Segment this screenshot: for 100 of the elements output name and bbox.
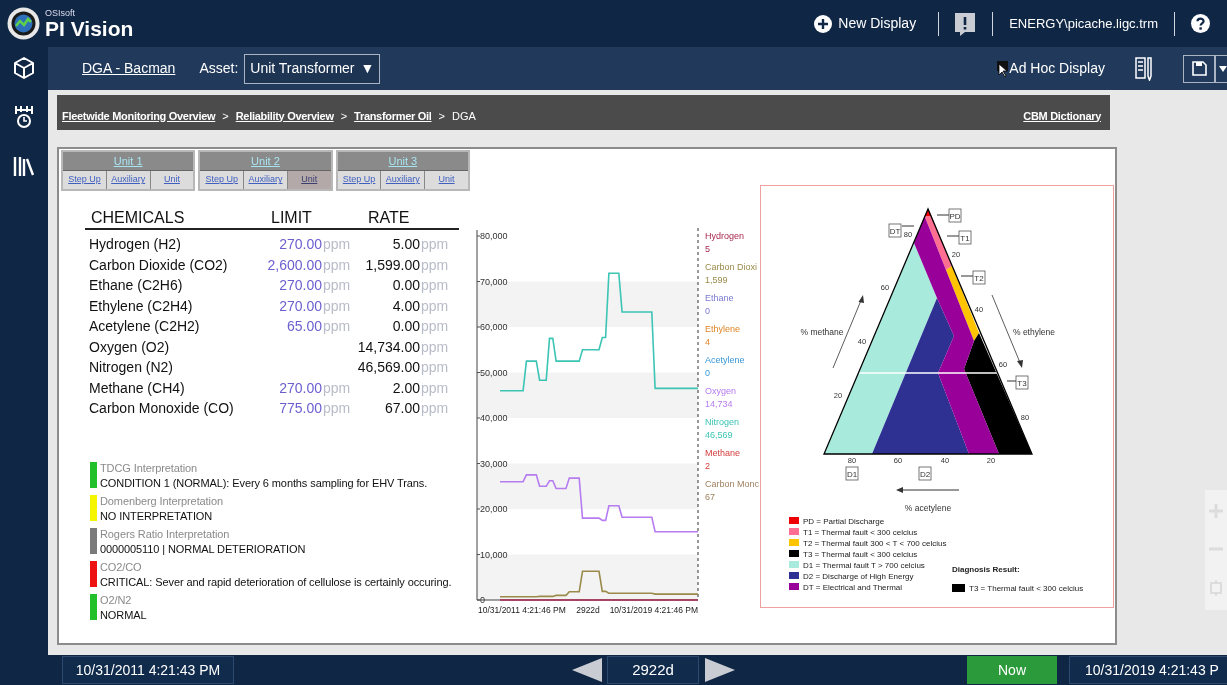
unit-label: ppm: [421, 235, 449, 254]
chemical-name: Carbon Dioxide (CO2): [89, 255, 229, 275]
end-time-field[interactable]: 10/31/2019 4:21:43 P: [1069, 656, 1227, 684]
y-axis-label: 70,000: [480, 276, 508, 287]
chemical-name: Ethylene (C2H4): [89, 296, 194, 316]
help-icon[interactable]: [1191, 14, 1210, 33]
more-dropdown[interactable]: [1215, 54, 1227, 83]
duration-label: 2922d: [576, 605, 600, 615]
logo-icon: [7, 7, 40, 40]
save-icon: [1191, 61, 1207, 76]
ad-hoc-display-button[interactable]: Ad Hoc Display: [1009, 58, 1105, 79]
unit-label: ppm: [421, 276, 449, 295]
unit-label: ppm: [421, 317, 449, 336]
breadcrumb-link[interactable]: Fleetwide Monitoring Overview: [62, 107, 216, 124]
unit-label: ppm: [323, 235, 351, 254]
cube-icon[interactable]: [14, 57, 34, 79]
unit-label: ppm: [323, 317, 351, 336]
legend-name: Acetylene: [705, 355, 745, 365]
rate-value: 67.00: [384, 399, 420, 418]
unit-label: ppm: [421, 378, 449, 398]
rate-value: 46,569.00: [357, 358, 420, 377]
unit-sub-tab[interactable]: Auxiliary: [244, 171, 288, 189]
unit-label: ppm: [323, 255, 351, 275]
legend-label: PD = Partial Discharge: [803, 517, 885, 526]
legend-value: 0: [705, 306, 710, 316]
unit-sub-tab[interactable]: Auxiliary: [106, 171, 151, 189]
start-time-field[interactable]: 10/31/2011 4:21:43 PM: [62, 656, 234, 684]
breadcrumb-link[interactable]: Transformer Oil: [354, 107, 432, 124]
new-display-button[interactable]: New Display: [810, 13, 921, 34]
cbm-dictionary-link[interactable]: CBM Dictionary: [1023, 107, 1101, 124]
unit-label: ppm: [421, 399, 449, 418]
interpretation-text: CRITICAL: Sever and rapid deterioration of cellulose is certainly occuring.: [100, 574, 452, 590]
limit-value: 270.00: [279, 296, 322, 316]
unit-label: ppm: [323, 399, 351, 418]
notification-icon[interactable]: [954, 11, 977, 36]
user-name[interactable]: ENERGY\picache.ligc.trm: [1009, 13, 1158, 34]
legend-name: Ethane: [705, 293, 734, 303]
edit-document-icon[interactable]: [1135, 56, 1153, 81]
rate-value: 0.00: [392, 317, 420, 336]
now-button[interactable]: Now: [967, 656, 1057, 684]
limit-value: 270.00: [279, 235, 322, 254]
previous-arrow-icon[interactable]: [572, 658, 602, 682]
display-name-link[interactable]: DGA - Bacman: [82, 58, 176, 79]
rate-value: 4.00: [392, 296, 420, 316]
chemical-name: Ethane (C2H6): [89, 276, 184, 295]
legend-label: DT = Electrical and Thermal: [803, 583, 903, 592]
zone-label: D1: [845, 466, 859, 481]
unit-label: ppm: [323, 296, 351, 316]
leader-line: [960, 275, 974, 277]
unit-label: ppm: [323, 378, 351, 398]
asset-dropdown[interactable]: Unit Transformer ▼: [244, 53, 381, 84]
legend-name: Oxygen: [705, 386, 737, 396]
legend-name: Carbon Monc: [705, 479, 760, 489]
unit-sub-tab[interactable]: Step Up: [200, 171, 245, 189]
unit-tab[interactable]: Unit 2: [200, 152, 331, 170]
y-axis-label: 30,000: [480, 458, 508, 469]
unit-sub-tab[interactable]: Unit: [425, 171, 468, 189]
unit-sub-tab[interactable]: Step Up: [63, 171, 107, 189]
interpretation-title: O2/N2: [100, 592, 133, 608]
unit-sub-tab[interactable]: Unit: [150, 171, 194, 189]
legend-name: Nitrogen: [705, 417, 740, 427]
column-header: CHEMICALS: [91, 209, 186, 227]
app-title: PI Vision: [45, 17, 134, 39]
zone-label: T1: [958, 230, 972, 245]
chemical-name: Nitrogen (N2): [89, 358, 175, 377]
legend-label: T2 = Thermal fault 300 < T < 700 celcius: [803, 539, 947, 548]
legend-name: Ethylene: [705, 324, 741, 334]
leader-line: [901, 225, 915, 227]
interpretation-title: Rogers Ratio Interpretation: [100, 526, 231, 542]
y-axis-label: 10,000: [480, 549, 508, 560]
leader-line: [1006, 380, 1017, 382]
save-button[interactable]: [1183, 54, 1215, 83]
zone-label: DT: [888, 223, 902, 238]
brand-subtitle: OSIsoft: [45, 8, 76, 18]
interpretation-text: NO INTERPRETATION: [100, 508, 214, 524]
duration-field[interactable]: 2922d: [607, 656, 699, 684]
limit-value: 2,600.00: [267, 255, 322, 275]
breadcrumb-separator: >: [340, 108, 348, 124]
unit-sub-tab[interactable]: Auxiliary: [381, 171, 426, 189]
unit-label: ppm: [421, 296, 449, 316]
y-axis-label: 50,000: [480, 367, 508, 378]
rate-value: 2.00: [392, 378, 420, 398]
library-icon[interactable]: [13, 155, 35, 177]
next-arrow-icon[interactable]: [705, 658, 735, 682]
unit-tab[interactable]: Unit 1: [63, 152, 194, 170]
interpretation-text: 0000005110 | NORMAL DETERIORATION: [100, 541, 306, 557]
legend-name: Methane: [705, 448, 741, 458]
breadcrumb-link[interactable]: Reliability Overview: [235, 107, 334, 124]
unit-sub-tab[interactable]: Step Up: [337, 171, 382, 189]
legend-value: 1,599: [705, 275, 728, 285]
unit-tab[interactable]: Unit 3: [337, 152, 468, 170]
asset-tree-icon[interactable]: [13, 105, 35, 129]
limit-value: 65.00: [286, 317, 322, 336]
unit-label: ppm: [421, 255, 449, 275]
legend-value: 0: [705, 368, 710, 378]
legend-value: 5: [705, 244, 710, 254]
unit-sub-tab[interactable]: Unit: [287, 171, 331, 189]
diagnosis-title: Diagnosis Result:: [952, 565, 1020, 574]
asset-label: Asset:: [199, 59, 239, 78]
zone-label: PD: [948, 208, 962, 223]
